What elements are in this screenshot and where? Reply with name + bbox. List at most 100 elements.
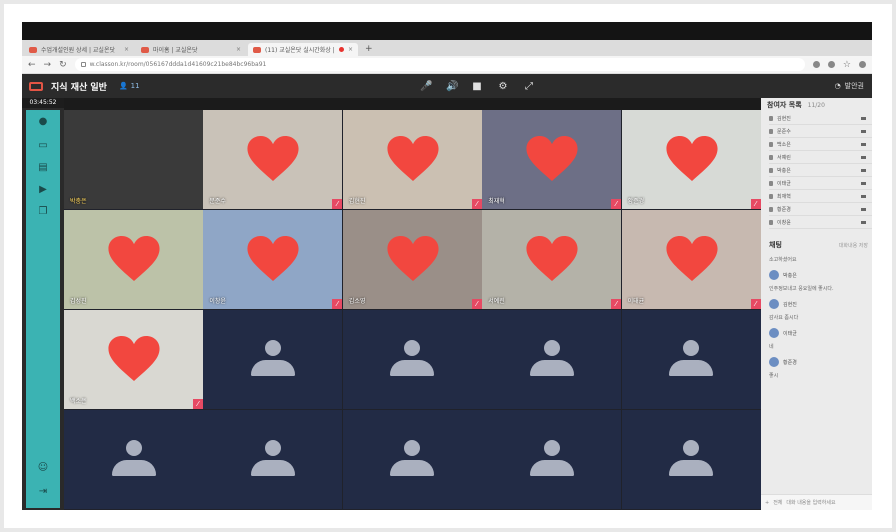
video-tile[interactable]: 김소영 ⁄ xyxy=(342,210,482,309)
video-tile[interactable]: 문준수 ⁄ xyxy=(203,110,343,209)
participant-list-item[interactable]: 김현진 xyxy=(769,112,872,125)
heart-sticker-icon xyxy=(526,136,578,181)
chat-message-text: 소고하셨어요 xyxy=(769,257,797,263)
back-icon[interactable]: ← xyxy=(28,60,36,70)
speaker-icon[interactable]: 🔊 xyxy=(446,81,458,92)
participant-list-item[interactable]: 이창윤 xyxy=(769,216,872,229)
tile-participant-name: 이태균 xyxy=(627,298,645,305)
address-bar[interactable]: w.classon.kr/room/056167ddda1d41609c21be… xyxy=(74,58,805,71)
tab-title: (11) 교실온닷 실시간화상 | xyxy=(265,47,335,54)
camera-icon xyxy=(861,129,866,133)
empty-video-tile[interactable] xyxy=(621,410,761,509)
save-chat-button[interactable]: 대화내용 저장 xyxy=(839,242,868,249)
camera-icon xyxy=(861,194,866,198)
heart-sticker-icon xyxy=(387,236,439,281)
tile-participant-name: 이창윤 xyxy=(209,298,226,305)
chat-input[interactable]: 대화 내용을 입력하세요 xyxy=(786,499,835,506)
participant-list-item[interactable]: 서예린 xyxy=(769,151,872,164)
camera-icon xyxy=(861,155,866,159)
mic-muted-icon: ⁄ xyxy=(332,299,343,309)
mic-muted-icon: ⁄ xyxy=(611,299,622,309)
document-icon[interactable]: ▤ xyxy=(34,160,52,174)
video-tile[interactable]: 이창윤 ⁄ xyxy=(203,210,343,309)
avatar xyxy=(769,270,779,280)
video-tile[interactable]: 백소은 ⁄ xyxy=(64,310,203,409)
person-icon xyxy=(769,219,773,225)
participant-list-item[interactable]: 이태균 xyxy=(769,177,872,190)
empty-video-tile[interactable] xyxy=(621,310,761,409)
emoji-icon[interactable]: ☺ xyxy=(34,460,52,474)
tile-participant-name: 김소영 xyxy=(348,298,366,305)
reload-icon[interactable]: ↻ xyxy=(59,60,67,70)
tile-participant-name: 황준경 xyxy=(627,198,645,205)
person-icon xyxy=(769,206,773,212)
empty-video-tile[interactable] xyxy=(482,410,622,509)
user-name: 발안권 xyxy=(844,82,864,90)
extension-icon[interactable] xyxy=(812,61,820,68)
video-tile[interactable]: 박충은 xyxy=(64,110,203,209)
profile-icon[interactable] xyxy=(859,61,866,68)
heart-sticker-icon xyxy=(387,136,439,181)
empty-video-tile[interactable] xyxy=(482,310,622,409)
participant-list-item[interactable]: 백소은 xyxy=(769,138,872,151)
browser-tab-strip: 수업개설인원 상세 | 교실온닷 × 마이홈 | 교실온닷 × (11) 교실온… xyxy=(22,40,872,56)
camera-icon[interactable]: ■ xyxy=(472,81,482,92)
avatar xyxy=(769,357,779,367)
video-tile[interactable]: 황준경 ⁄ xyxy=(621,110,761,209)
camera-icon xyxy=(861,220,866,224)
file-copy-icon[interactable]: ❐ xyxy=(34,204,52,218)
empty-video-tile[interactable] xyxy=(342,410,482,509)
browser-tab[interactable]: 수업개설인원 상세 | 교실온닷 × xyxy=(24,43,134,56)
close-tab-icon[interactable]: × xyxy=(236,46,241,53)
participant-list-item[interactable]: 문준수 xyxy=(769,125,872,138)
video-tile[interactable]: 서예린 ⁄ xyxy=(482,210,622,309)
tool-rail: ● ▭ ▤ ▶ ❐ ☺ ⇥ xyxy=(26,110,60,508)
video-play-icon[interactable]: ▶ xyxy=(34,182,52,196)
url-text: w.classon.kr/room/056167ddda1d41609c21be… xyxy=(89,61,267,68)
exit-icon[interactable]: ⇥ xyxy=(34,484,52,498)
video-tile[interactable]: 이태균 ⁄ xyxy=(621,210,761,309)
person-icon: 👤 xyxy=(118,82,128,90)
heart-sticker-icon xyxy=(108,336,160,381)
microphone-icon[interactable]: 🎤 xyxy=(420,81,432,92)
right-panel: 참여자 목록 11/20 김현진 문준수 백소은 서예린 박충은 이태균 최재혁 황준경 이창윤… xyxy=(761,98,872,510)
avatar xyxy=(769,328,779,338)
person-icon xyxy=(769,154,773,160)
chat-target-select[interactable]: 전체 xyxy=(773,499,782,506)
empty-video-tile[interactable] xyxy=(64,410,203,509)
participant-list-item[interactable]: 황준경 xyxy=(769,203,872,216)
empty-video-tile[interactable] xyxy=(203,410,343,509)
empty-video-tile[interactable] xyxy=(342,310,482,409)
user-placeholder-icon xyxy=(669,439,714,480)
add-icon[interactable]: + xyxy=(765,500,769,506)
close-tab-icon[interactable]: × xyxy=(124,46,129,53)
video-tile[interactable]: 최재혁 ⁄ xyxy=(482,110,622,209)
participant-list-header: 참여자 목록 11/20 xyxy=(761,98,872,112)
profile-icon[interactable]: ● xyxy=(34,114,52,128)
fullscreen-icon[interactable]: ⤢ xyxy=(524,81,534,92)
empty-video-tile[interactable] xyxy=(203,310,343,409)
author-name: 이태균 xyxy=(783,330,797,337)
forward-icon[interactable]: → xyxy=(44,60,52,70)
session-timer: 03:45:52 xyxy=(22,98,64,108)
participant-list-item[interactable]: 최재혁 xyxy=(769,190,872,203)
monitor-screen: 수업개설인원 상세 | 교실온닷 × 마이홈 | 교실온닷 × (11) 교실온… xyxy=(22,22,872,510)
participant-name: 이창윤 xyxy=(777,219,791,226)
extension-icon[interactable] xyxy=(827,61,835,68)
user-menu[interactable]: ◔ 발안권 xyxy=(835,74,864,98)
browser-tab[interactable]: 마이홈 | 교실온닷 × xyxy=(136,43,246,56)
video-tile[interactable]: 김현진 ⁄ xyxy=(342,110,482,209)
new-tab-button[interactable]: + xyxy=(360,43,378,56)
participant-list-item[interactable]: 박충은 xyxy=(769,164,872,177)
chat-message-author: 박충은 xyxy=(761,266,872,282)
author-name: 김현진 xyxy=(783,301,797,308)
settings-gear-icon[interactable]: ⚙ xyxy=(498,81,508,92)
screen-share-icon[interactable]: ▭ xyxy=(34,138,52,152)
photo-frame: 수업개설인원 상세 | 교실온닷 × 마이홈 | 교실온닷 × (11) 교실온… xyxy=(0,0,896,532)
browser-tab-active[interactable]: (11) 교실온닷 실시간화상 | × xyxy=(248,43,358,56)
close-tab-icon[interactable]: × xyxy=(348,46,353,53)
bookmark-star-icon[interactable]: ☆ xyxy=(843,60,851,70)
person-icon xyxy=(769,128,773,134)
participant-count-value: 11 xyxy=(130,82,140,90)
video-tile[interactable]: 김성진 xyxy=(64,210,203,309)
